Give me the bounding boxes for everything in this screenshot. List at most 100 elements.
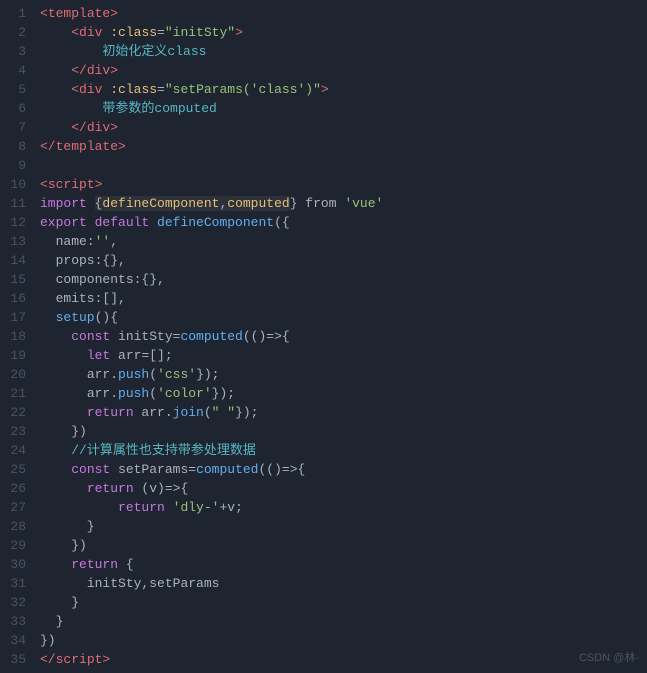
token: . xyxy=(165,405,173,420)
line-content: setup(){ xyxy=(36,308,647,327)
line-number: 7 xyxy=(0,118,36,137)
token: > xyxy=(321,82,329,97)
token: return xyxy=(87,405,142,420)
token: > xyxy=(110,63,118,78)
token: 'css' xyxy=(157,367,196,382)
line-content: </div> xyxy=(36,61,647,80)
line-number: 23 xyxy=(0,422,36,441)
token: (()=> xyxy=(258,462,297,477)
token: 'dly-' xyxy=(173,500,220,515)
token: , xyxy=(110,234,118,249)
code-line: 8</template> xyxy=(0,137,647,156)
token: {} xyxy=(102,253,118,268)
code-line: 29 }) xyxy=(0,536,647,555)
token: } xyxy=(40,595,79,610)
code-line: 2 <div :class="initSty"> xyxy=(0,23,647,42)
token: 'color' xyxy=(157,386,212,401)
code-line: 27 return 'dly-'+v; xyxy=(0,498,647,517)
line-content: <template> xyxy=(36,4,647,23)
line-number: 20 xyxy=(0,365,36,384)
token xyxy=(40,386,87,401)
token: } xyxy=(40,614,63,629)
token: div xyxy=(79,82,102,97)
line-content: const initSty=computed(()=>{ xyxy=(36,327,647,346)
token xyxy=(40,576,87,591)
token xyxy=(102,500,118,515)
token: return xyxy=(118,500,173,515)
token: }); xyxy=(212,386,235,401)
token: [] xyxy=(149,348,165,363)
token: push xyxy=(118,367,149,382)
token: export xyxy=(40,215,95,230)
token: from xyxy=(305,196,336,211)
code-line: 35</script> xyxy=(0,650,647,669)
token xyxy=(40,101,102,116)
line-content: </script> xyxy=(36,650,647,669)
token: = xyxy=(157,25,165,40)
token: > xyxy=(110,120,118,135)
token: computed xyxy=(196,462,258,477)
code-line: 25 const setParams=computed(()=>{ xyxy=(0,460,647,479)
line-number: 18 xyxy=(0,327,36,346)
code-line: 13 name:'', xyxy=(0,232,647,251)
code-line: 16 emits:[], xyxy=(0,289,647,308)
token xyxy=(40,481,87,496)
token: > xyxy=(235,25,243,40)
token: initSty xyxy=(87,576,142,591)
line-number: 4 xyxy=(0,61,36,80)
token: < xyxy=(40,82,79,97)
token: div xyxy=(79,25,102,40)
line-number: 13 xyxy=(0,232,36,251)
line-number: 29 xyxy=(0,536,36,555)
line-content: import {defineComponent,computed} from '… xyxy=(36,194,647,213)
token: default xyxy=(95,215,157,230)
line-number: 32 xyxy=(0,593,36,612)
code-line: 15 components:{}, xyxy=(0,270,647,289)
line-content: 初始化定义class xyxy=(36,42,647,61)
token: arr xyxy=(141,405,164,420)
line-number: 30 xyxy=(0,555,36,574)
line-content: <div :class="setParams('class')"> xyxy=(36,80,647,99)
code-line: 34}) xyxy=(0,631,647,650)
line-number: 31 xyxy=(0,574,36,593)
token: computed xyxy=(227,196,289,211)
token: const xyxy=(71,329,118,344)
token: initSty xyxy=(118,329,173,344)
line-number: 33 xyxy=(0,612,36,631)
token: ({ xyxy=(274,215,290,230)
token: > xyxy=(95,177,103,192)
code-line: 28 } xyxy=(0,517,647,536)
token: div xyxy=(87,120,110,135)
token: {} xyxy=(141,272,157,287)
line-number: 19 xyxy=(0,346,36,365)
token: } xyxy=(40,519,95,534)
token xyxy=(40,557,71,572)
line-content: }) xyxy=(36,536,647,555)
line-content: return { xyxy=(36,555,647,574)
code-line: 5 <div :class="setParams('class')"> xyxy=(0,80,647,99)
line-number: 28 xyxy=(0,517,36,536)
token: arr xyxy=(87,367,110,382)
token: . xyxy=(110,367,118,382)
token: defineComponent xyxy=(157,215,274,230)
line-number: 9 xyxy=(0,156,36,175)
token: = xyxy=(188,462,196,477)
line-number: 14 xyxy=(0,251,36,270)
code-line: 24 //计算属性也支持带参处理数据 xyxy=(0,441,647,460)
editor-wrapper: 1<template>2 <div :class="initSty">3 初始化… xyxy=(0,0,647,673)
token: 'vue' xyxy=(344,196,383,211)
code-line: 1<template> xyxy=(0,4,647,23)
token: (v)=> xyxy=(141,481,180,496)
line-content: return (v)=>{ xyxy=(36,479,647,498)
line-number: 26 xyxy=(0,479,36,498)
line-content: arr.push('css'}); xyxy=(36,365,647,384)
line-content: const setParams=computed(()=>{ xyxy=(36,460,647,479)
line-content: 带参数的computed xyxy=(36,99,647,118)
line-content: name:'', xyxy=(36,232,647,251)
token xyxy=(40,329,71,344)
token: ( xyxy=(149,367,157,382)
token: }) xyxy=(40,424,87,439)
code-line: 19 let arr=[]; xyxy=(0,346,647,365)
token: ( xyxy=(204,405,212,420)
token xyxy=(40,462,71,477)
